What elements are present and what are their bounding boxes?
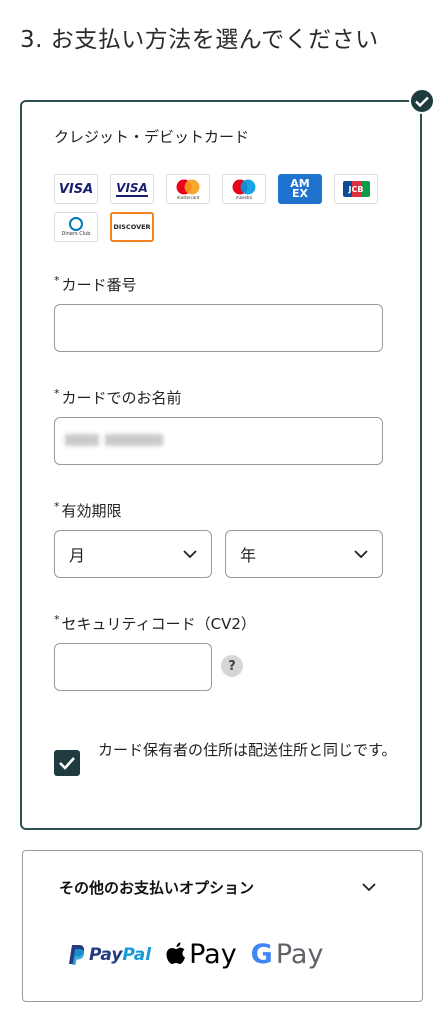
paypal-icon: [69, 944, 85, 965]
cvv-input[interactable]: [54, 643, 212, 691]
card-number-input[interactable]: [54, 304, 383, 352]
apple-pay-text: Pay: [189, 939, 237, 970]
other-options-title: その他のお支払いオプション: [59, 879, 255, 897]
jcb-logo: JCB: [334, 174, 378, 204]
diners-club-logo-text: Diners Club: [61, 231, 91, 237]
google-pay-logo[interactable]: G Pay: [251, 939, 324, 970]
mastercard-logo: mastercard: [166, 174, 210, 204]
amex-logo: AM EX: [278, 174, 322, 204]
expiry-label-text: 有効期限: [61, 502, 122, 520]
card-number-label: * カード番号: [54, 274, 137, 295]
card-name-label: * カードでのお名前: [54, 387, 182, 408]
mastercard-logo-text: mastercard: [176, 194, 200, 200]
required-mark: *: [54, 387, 60, 400]
card-number-label-text: カード番号: [61, 276, 137, 294]
selected-check-icon: [409, 88, 435, 114]
expiry-month-value: 月: [69, 546, 86, 565]
jcb-logo-text: JCB: [348, 184, 364, 194]
payment-method-label: クレジット・デビットカード: [54, 128, 250, 146]
other-payment-options-panel[interactable]: その他のお支払いオプション Pay Pal Pay G Pay: [22, 850, 423, 1002]
visa-electron-logo-text: VISA: [116, 180, 148, 197]
card-payment-panel[interactable]: クレジット・デビットカード VISA VISA mastercard maest…: [20, 100, 422, 830]
cvv-label-text: セキュリティコード（CV2）: [61, 615, 256, 633]
card-name-label-text: カードでのお名前: [61, 389, 182, 407]
amex-logo-text: AM EX: [290, 177, 310, 200]
checkmark-icon: [415, 96, 429, 107]
paypal-logo[interactable]: Pay Pal: [67, 944, 151, 966]
expand-options-button[interactable]: [362, 877, 376, 896]
google-g-icon: G: [250, 939, 273, 970]
same-address-checkbox[interactable]: [54, 750, 80, 776]
chevron-down-icon: [183, 549, 197, 558]
required-mark: *: [54, 274, 60, 287]
expiry-year-value: 年: [240, 546, 257, 565]
visa-logo: VISA: [54, 174, 98, 204]
card-name-input[interactable]: [54, 417, 383, 465]
same-address-label[interactable]: カード保有者の住所は配送住所と同じです。: [98, 736, 398, 764]
visa-electron-logo: VISA: [110, 174, 154, 204]
maestro-icon: [232, 179, 256, 194]
diners-club-icon: [69, 217, 83, 231]
maestro-logo-text: maestro: [235, 194, 253, 200]
chevron-down-icon: [354, 549, 368, 558]
discover-logo-text: DISCOVER: [113, 223, 151, 231]
google-pay-text: Pay: [275, 939, 324, 970]
diners-club-logo: Diners Club: [54, 212, 98, 242]
page-section-title: 3. お支払い方法を選んでください: [20, 27, 379, 53]
visa-logo-text: VISA: [58, 181, 94, 197]
paypal-pay-text: Pay: [89, 944, 123, 965]
help-icon[interactable]: ?: [221, 655, 243, 677]
redacted-name-value: [65, 434, 163, 446]
alt-payment-logos: Pay Pal Pay G Pay: [67, 939, 323, 970]
apple-icon: [166, 942, 186, 964]
mastercard-icon: [176, 179, 200, 194]
discover-logo: DISCOVER: [110, 212, 154, 242]
expiry-label: * 有効期限: [54, 500, 122, 521]
paypal-pal-text: Pal: [122, 944, 152, 965]
required-mark: *: [54, 613, 60, 626]
card-logos: VISA VISA mastercard maestro AM EX JCB D…: [54, 174, 394, 242]
chevron-down-icon: [362, 883, 376, 892]
apple-pay-logo[interactable]: Pay: [165, 939, 237, 970]
maestro-logo: maestro: [222, 174, 266, 204]
cvv-label: * セキュリティコード（CV2）: [54, 613, 256, 634]
checkmark-icon: [59, 757, 75, 770]
expiry-month-select[interactable]: 月: [54, 530, 212, 578]
expiry-year-select[interactable]: 年: [225, 530, 383, 578]
required-mark: *: [54, 500, 60, 513]
